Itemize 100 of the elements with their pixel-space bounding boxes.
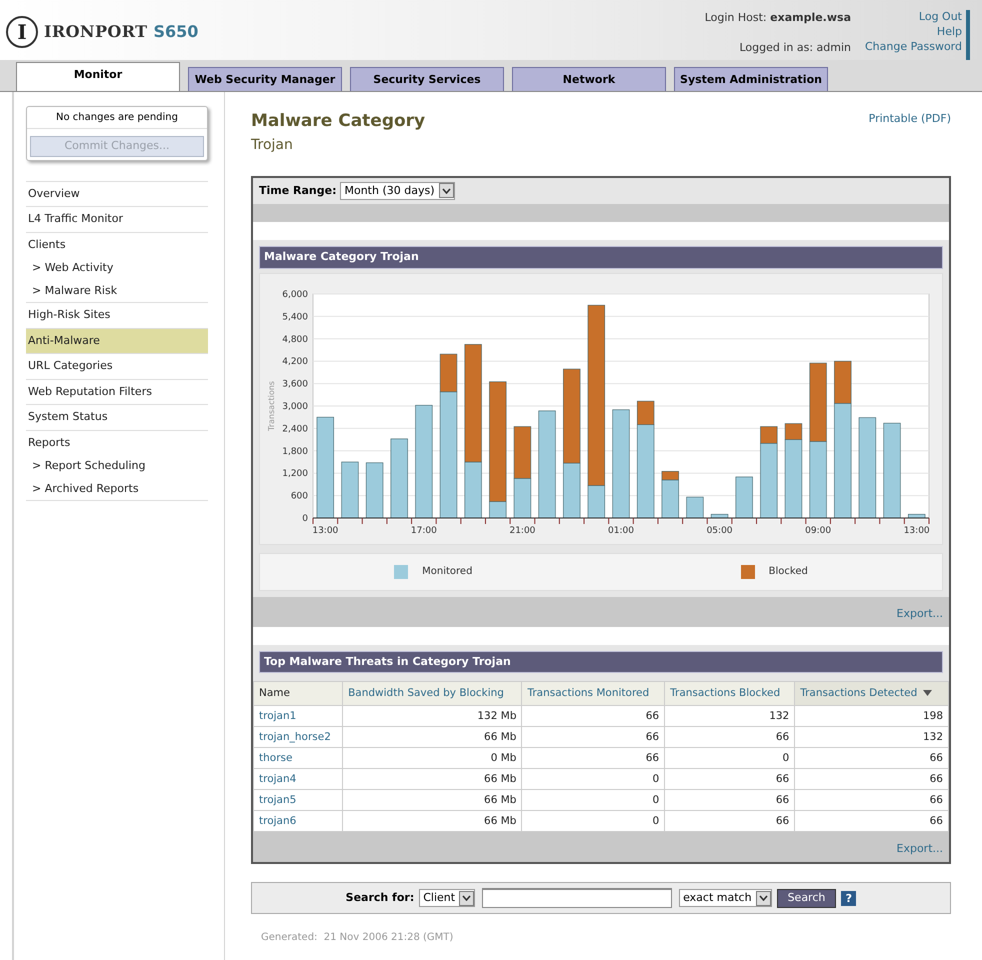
table-cell: 66 (664, 768, 795, 790)
login-host: Login Host: example.wsa (704, 10, 851, 26)
x-tick-label: 01:00 (608, 526, 634, 536)
generated-timestamp: Generated: 21 Nov 2006 21:28 (GMT) (261, 931, 454, 945)
y-tick-label: 3,600 (282, 379, 308, 390)
column-header[interactable]: Transactions Monitored (522, 682, 665, 706)
time-range-select[interactable]: Month (30 days) (340, 182, 454, 200)
table-cell: 66 (522, 706, 665, 726)
table-cell: 66 (794, 768, 948, 790)
page-subtitle: Trojan (251, 136, 294, 154)
nav-tab[interactable]: Network (512, 67, 666, 91)
bar (514, 478, 532, 518)
y-tick-label: 600 (290, 491, 308, 502)
threat-name-link[interactable]: thorse (254, 748, 343, 768)
nav-tab[interactable]: Web Security Manager (188, 67, 342, 91)
sidebar-item[interactable]: Anti-Malware (26, 328, 208, 353)
sidebar-item[interactable]: > Report Scheduling (26, 455, 208, 478)
header-link[interactable]: Help (936, 25, 962, 38)
column-header[interactable]: Bandwidth Saved by Blocking (342, 682, 522, 706)
table-cell: 66 (522, 748, 665, 768)
x-tick-label: 09:00 (805, 526, 832, 536)
sidebar-item[interactable]: L4 Traffic Monitor (26, 206, 208, 232)
y-tick-label: 0 (302, 514, 308, 524)
header-link[interactable]: Log Out (918, 10, 962, 23)
table-cell: 66 (794, 790, 948, 810)
y-tick-label: 3,000 (282, 402, 308, 412)
pending-status: No changes are pending (27, 107, 207, 129)
bar (341, 461, 359, 518)
table-cell: 66 (522, 726, 665, 748)
brand-name: IRONPORT (44, 21, 148, 43)
bar (908, 513, 926, 518)
search-label: Search for: (346, 890, 414, 906)
table-cell: 66 Mb (342, 790, 522, 810)
threat-name-link[interactable]: trojan5 (254, 790, 343, 810)
bar (736, 476, 753, 518)
bar (710, 513, 728, 518)
y-tick-label: 4,800 (282, 334, 308, 344)
bar (514, 426, 532, 478)
header-link[interactable]: Change Password (865, 40, 962, 53)
bar (366, 462, 384, 518)
search-scope-select[interactable]: Client (419, 888, 476, 908)
printable-link[interactable]: Printable (PDF) (868, 109, 951, 156)
y-tick-label: 1,200 (282, 468, 308, 479)
page-title: Malware Category (251, 110, 426, 133)
panel-header: Top Malware Threats in Category Trojan (259, 650, 943, 673)
sidebar-item[interactable]: > Web Activity (26, 257, 208, 280)
column-header[interactable]: Name (254, 682, 343, 706)
time-range-label: Time Range: (259, 182, 336, 198)
threat-name-link[interactable]: trojan4 (254, 768, 343, 790)
table-cell: 66 (664, 726, 795, 748)
table-cell: 132 (664, 706, 795, 726)
sort-descending-icon (923, 690, 932, 696)
help-button[interactable]: ? (841, 890, 856, 906)
nav-tab[interactable]: Monitor (16, 62, 180, 91)
bar (686, 496, 704, 518)
sidebar-item[interactable]: URL Categories (26, 353, 208, 378)
nav-tab[interactable]: System Administration (674, 67, 828, 91)
search-field[interactable] (482, 888, 672, 908)
x-tick-label: 05:00 (706, 526, 733, 536)
sidebar-item[interactable]: > Malware Risk (26, 280, 208, 302)
panel-header: Malware Category Trojan (259, 246, 943, 268)
sidebar-item[interactable]: > Archived Reports (26, 478, 208, 500)
y-tick-label: 1,800 (282, 446, 308, 456)
table-cell: 66 (794, 748, 948, 768)
column-header[interactable]: Transactions Blocked (664, 682, 795, 706)
sidebar-item[interactable]: System Status (26, 404, 208, 430)
table-cell: 132 Mb (342, 706, 522, 726)
column-header[interactable]: Transactions Detected (794, 682, 948, 706)
table-cell: 132 (794, 726, 948, 748)
nav-tab[interactable]: Security Services (350, 67, 504, 91)
legend-label: Blocked (768, 565, 808, 579)
threat-name-link[interactable]: trojan_horse2 (254, 726, 343, 748)
logged-in-user: Logged in as: admin (739, 40, 851, 56)
sidebar-item[interactable]: Overview (26, 180, 208, 206)
sidebar-item[interactable]: Clients (26, 232, 208, 257)
match-type-select[interactable]: exact match (679, 888, 772, 908)
table-cell: 198 (794, 706, 948, 726)
y-axis-title: Transactions (267, 380, 276, 430)
table-cell: 0 (522, 790, 665, 810)
search-button[interactable]: Search (776, 888, 836, 908)
x-tick-label: 21:00 (509, 526, 536, 536)
table-cell: 0 (664, 748, 795, 768)
logo-mark: I (6, 16, 38, 48)
table-cell: 0 (522, 768, 665, 790)
export-link[interactable]: Export... (896, 606, 943, 620)
table-cell: 0 Mb (342, 748, 522, 768)
export-link[interactable]: Export... (896, 842, 943, 855)
threat-name-link[interactable]: trojan1 (254, 706, 343, 726)
table-cell: 66 Mb (342, 768, 522, 790)
y-tick-label: 4,200 (282, 356, 308, 367)
model-name: S650 (153, 21, 198, 43)
legend-label: Monitored (422, 565, 472, 579)
x-tick-label: 13:00 (904, 526, 930, 536)
sidebar-item[interactable]: Reports (26, 430, 208, 455)
y-tick-label: 2,400 (282, 424, 308, 434)
y-tick-label: 6,000 (282, 290, 308, 300)
table-cell: 66 Mb (342, 726, 522, 748)
x-tick-label: 13:00 (312, 526, 338, 536)
sidebar-item[interactable]: Web Reputation Filters (26, 378, 208, 404)
y-tick-label: 5,400 (282, 312, 308, 322)
